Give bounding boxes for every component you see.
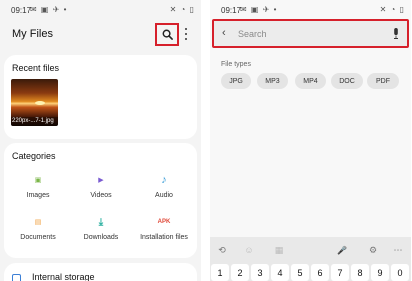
sunset-image xyxy=(35,101,45,105)
system-status-icons: ✕ ◔ ▯ xyxy=(379,5,405,14)
emoji-icon[interactable]: ☺ xyxy=(243,244,255,256)
category-label: Downloads xyxy=(83,234,119,241)
phone-storage-icon xyxy=(12,274,21,281)
file-types-label: File types xyxy=(221,61,251,68)
categories-card: Categories ▣ Images ▶ Videos ♪ Audio ▤ D… xyxy=(4,143,197,258)
search-icon xyxy=(162,29,173,40)
document-icon: ▤ xyxy=(34,219,42,226)
status-bar: 09:17 ✉ ▣ ✈ • ✕ ◔ ▯ xyxy=(0,5,201,18)
notification-icons: ✉ ▣ ✈ • xyxy=(30,5,68,14)
search-input[interactable] xyxy=(238,24,388,43)
sticker-icon[interactable]: ▦ xyxy=(273,244,285,256)
more-options-icon xyxy=(185,28,187,30)
category-downloads[interactable]: ⤓ Downloads xyxy=(69,216,133,242)
microphone-icon[interactable] xyxy=(393,28,399,39)
recent-file-name: 220px-...7-1.jpg xyxy=(11,117,58,126)
category-images[interactable]: ▣ Images xyxy=(6,174,70,199)
more-icon[interactable]: ⋯ xyxy=(392,244,404,256)
search-screen: 09:17 ✉ ▣ ✈ • ✕ ◔ ▯ ‹ File types JPG MP3… xyxy=(210,0,411,281)
music-note-icon: ♪ xyxy=(161,174,167,186)
key-1[interactable]: 1 xyxy=(211,264,229,281)
clipboard-sync-icon[interactable]: ⟲ xyxy=(216,244,228,256)
chip-jpg[interactable]: JPG xyxy=(221,73,251,89)
key-3[interactable]: 3 xyxy=(251,264,269,281)
internal-storage-label: Internal storage xyxy=(32,272,95,281)
key-2[interactable]: 2 xyxy=(231,264,249,281)
chip-doc[interactable]: DOC xyxy=(331,73,363,89)
notification-icons: ✉ ▣ ✈ • xyxy=(240,5,278,14)
more-options-button[interactable] xyxy=(183,26,189,42)
status-time: 09:17 xyxy=(221,6,242,15)
chip-mp3[interactable]: MP3 xyxy=(257,73,288,89)
system-status-icons: ✕ ◔ ▯ xyxy=(169,5,195,14)
categories-title: Categories xyxy=(12,151,56,161)
category-label: Documents xyxy=(20,234,56,241)
key-0[interactable]: 0 xyxy=(391,264,409,281)
category-label: Images xyxy=(26,192,50,199)
back-arrow-icon[interactable]: ‹ xyxy=(222,27,226,39)
settings-gear-icon[interactable]: ⚙ xyxy=(367,244,379,256)
video-icon: ▶ xyxy=(98,177,104,184)
screen-divider xyxy=(201,0,210,281)
search-button[interactable] xyxy=(155,23,179,46)
category-videos[interactable]: ▶ Videos xyxy=(69,174,133,199)
category-label: Videos xyxy=(90,192,112,199)
recent-files-card: Recent files 220px-...7-1.jpg xyxy=(4,55,197,139)
chip-pdf[interactable]: PDF xyxy=(367,73,399,89)
image-icon: ▣ xyxy=(34,177,42,184)
my-files-home-screen: 09:17 ✉ ▣ ✈ • ✕ ◔ ▯ My Files Recent file… xyxy=(0,0,201,281)
category-installation-files[interactable]: APK Installation files xyxy=(132,216,196,241)
download-icon: ⤓ xyxy=(98,216,104,228)
category-label: Installation files xyxy=(140,234,188,241)
app-title: My Files xyxy=(12,28,53,40)
key-5[interactable]: 5 xyxy=(291,264,309,281)
keyboard-toolbar: ⟲ ☺ ▦ 🎤 ⚙ ⋯ xyxy=(210,237,411,263)
key-7[interactable]: 7 xyxy=(331,264,349,281)
key-8[interactable]: 8 xyxy=(351,264,369,281)
key-4[interactable]: 4 xyxy=(271,264,289,281)
apk-icon: APK xyxy=(157,219,171,225)
voice-input-icon[interactable]: 🎤 xyxy=(336,244,348,256)
key-9[interactable]: 9 xyxy=(371,264,389,281)
category-label: Audio xyxy=(155,192,173,199)
key-6[interactable]: 6 xyxy=(311,264,329,281)
keyboard-number-row: 1 2 3 4 5 6 7 8 9 0 xyxy=(210,263,411,281)
category-audio[interactable]: ♪ Audio xyxy=(132,174,196,199)
recent-files-title: Recent files xyxy=(12,63,60,73)
status-time: 09:17 xyxy=(11,6,32,15)
recent-file-thumbnail[interactable]: 220px-...7-1.jpg xyxy=(11,79,58,126)
search-bar: ‹ xyxy=(212,19,409,48)
chip-mp4[interactable]: MP4 xyxy=(295,73,326,89)
internal-storage-item[interactable]: Internal storage xyxy=(4,263,197,281)
category-documents[interactable]: ▤ Documents xyxy=(6,216,70,241)
status-bar: 09:17 ✉ ▣ ✈ • ✕ ◔ ▯ xyxy=(210,5,411,18)
